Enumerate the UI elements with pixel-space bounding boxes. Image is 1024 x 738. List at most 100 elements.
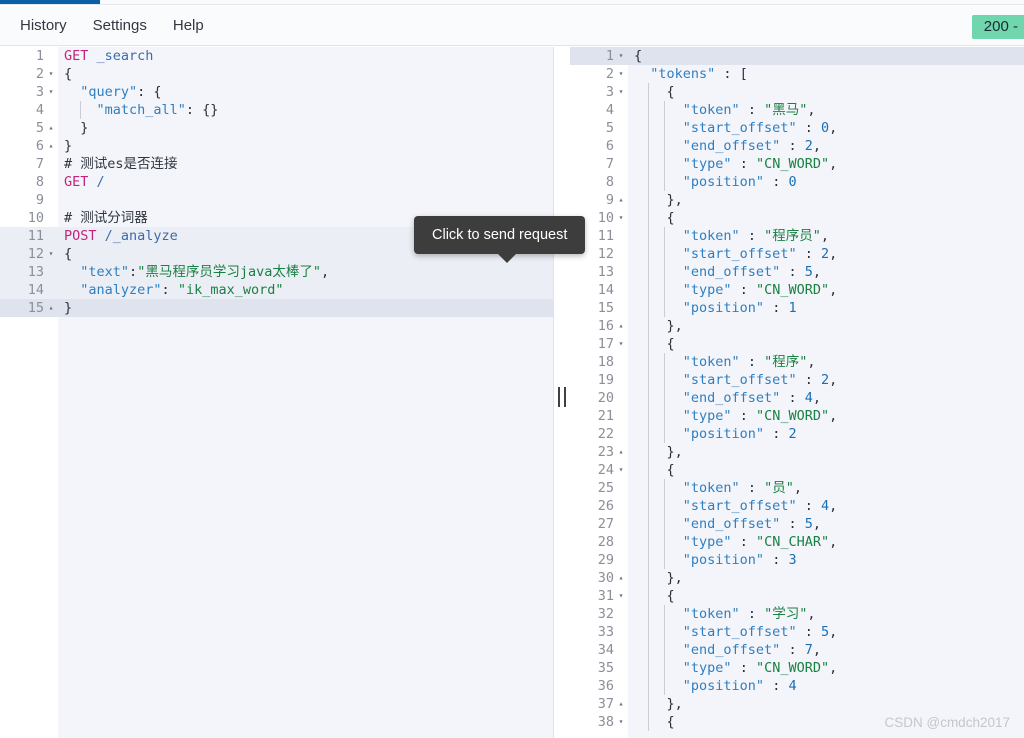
code-line[interactable]: 9 ▴ }, [570,191,1024,209]
fold-toggle-icon[interactable]: ▾ [614,335,628,353]
code-line[interactable]: 15 ▴} [0,299,554,317]
code-line[interactable]: 33 "start_offset" : 5, [570,623,1024,641]
code-line[interactable]: 5 ▴ } [0,119,554,137]
response-code-area[interactable]: 1 ▾{2 ▾ "tokens" : [3 ▾ {4 "token" : "黑马", 5… [570,47,1024,731]
fold-toggle-icon[interactable]: ▴ [44,119,58,137]
code-line[interactable]: 21 "type" : "CN_WORD", [570,407,1024,425]
indent-guide [664,605,665,695]
fold-toggle-icon[interactable]: ▴ [614,191,628,209]
code-text: }, [634,318,683,334]
fold-toggle-icon[interactable]: ▴ [614,569,628,587]
fold-toggle-icon[interactable]: ▾ [614,47,628,65]
code-line[interactable]: 1 ▾ { [570,47,1024,65]
request-code-area[interactable]: 1 GET _search 2 ▾{3 ▾ "query": {4 "match_all… [0,47,554,317]
line-number: 28 [597,534,614,550]
menu-bar: History Settings Help 200 - [0,6,1024,46]
fold-toggle-icon[interactable]: ▴ [614,317,628,335]
code-line[interactable]: 15 "position" : 1 [570,299,1024,317]
code-text: "token" : "程序员", [682,228,829,244]
code-line[interactable]: 28 "type" : "CN_CHAR", [570,533,1024,551]
code-line[interactable]: 26 "start_offset" : 4, [570,497,1024,515]
code-line[interactable]: 29 "position" : 3 [570,551,1024,569]
line-number: 17 [597,336,614,352]
code-line[interactable]: 2 ▾ { [0,65,554,83]
line-number: 6 [35,138,44,154]
code-text: "position" : 0 [682,174,797,190]
code-line[interactable]: 22 "position" : 2 [570,425,1024,443]
indent-guide [80,101,81,119]
fold-toggle-icon[interactable]: ▾ [44,65,58,83]
code-line[interactable]: 4 "match_all": {} [0,101,554,119]
code-line[interactable]: 2 ▾ "tokens" : [ [570,65,1024,83]
code-line[interactable]: 24 ▾ { [570,461,1024,479]
splitter-grip-icon [558,387,566,407]
fold-toggle-icon[interactable]: ▾ [44,83,58,101]
code-line[interactable]: 27 "end_offset" : 5, [570,515,1024,533]
request-editor-pane[interactable]: 1 GET _search 2 ▾{3 ▾ "query": {4 "match_all… [0,47,554,738]
menu-item-history[interactable]: History [10,13,77,38]
code-text: "start_offset" : 0, [682,120,838,136]
code-text: "type" : "CN_WORD", [682,660,838,676]
code-line[interactable]: 18 "token" : "程序", [570,353,1024,371]
code-line[interactable]: 6 ▴} [0,137,554,155]
code-line[interactable]: 5 "start_offset" : 0, [570,119,1024,137]
code-line[interactable]: 35 "type" : "CN_WORD", [570,659,1024,677]
fold-toggle-icon[interactable]: ▾ [614,65,628,83]
code-line[interactable]: 4 "token" : "黑马", [570,101,1024,119]
code-line[interactable]: 6 "end_offset" : 2, [570,137,1024,155]
code-text: } [64,138,73,154]
pane-splitter[interactable] [554,47,570,738]
line-number: 25 [597,480,614,496]
fold-toggle-icon[interactable]: ▾ [614,587,628,605]
code-line[interactable]: 14 "analyzer": "ik_max_word" [0,281,554,299]
code-line[interactable]: 14 "type" : "CN_WORD", [570,281,1024,299]
code-line[interactable]: 11 "token" : "程序员", [570,227,1024,245]
code-line[interactable]: 25 "token" : "员", [570,479,1024,497]
code-line[interactable]: 23 ▴ }, [570,443,1024,461]
fold-toggle-icon[interactable]: ▾ [614,461,628,479]
code-line[interactable]: 16 ▴ }, [570,317,1024,335]
fold-toggle-icon[interactable]: ▴ [614,443,628,461]
code-line[interactable]: 34 "end_offset" : 7, [570,641,1024,659]
code-line[interactable]: 8 GET / [0,173,554,191]
code-line[interactable]: 13 "text":"黑马程序员学习java太棒了", [0,263,554,281]
line-number: 1 [35,48,44,64]
line-number: 36 [597,678,614,694]
code-line[interactable]: 9 [0,191,554,209]
code-line[interactable]: 1 GET _search [0,47,554,65]
code-line[interactable]: 12 "start_offset" : 2, [570,245,1024,263]
code-line[interactable]: 10 ▾ { [570,209,1024,227]
code-line[interactable]: 19 "start_offset" : 2, [570,371,1024,389]
fold-toggle-icon[interactable]: ▾ [614,209,628,227]
line-number: 4 [35,102,44,118]
response-viewer-pane[interactable]: 1 ▾{2 ▾ "tokens" : [3 ▾ {4 "token" : "黑马", 5… [570,47,1024,738]
code-line[interactable]: 3 ▾ { [570,83,1024,101]
code-line[interactable]: 36 "position" : 4 [570,677,1024,695]
code-text: } [64,120,89,136]
fold-toggle-icon[interactable]: ▾ [614,713,628,731]
code-line[interactable]: 7 # 测试es是否连接 [0,155,554,173]
code-line[interactable]: 31 ▾ { [570,587,1024,605]
code-text: "start_offset" : 5, [682,624,838,640]
code-line[interactable]: 8 "position" : 0 [570,173,1024,191]
code-text: "start_offset" : 2, [682,246,838,262]
indent-guide [664,479,665,569]
code-line[interactable]: 20 "end_offset" : 4, [570,389,1024,407]
code-text: "end_offset" : 2, [682,138,821,154]
menu-item-help[interactable]: Help [163,13,214,38]
code-line[interactable]: 17 ▾ { [570,335,1024,353]
code-line[interactable]: 7 "type" : "CN_WORD", [570,155,1024,173]
code-line[interactable]: 30 ▴ }, [570,569,1024,587]
code-line[interactable]: 37 ▴ }, [570,695,1024,713]
code-text: "position" : 3 [682,552,797,568]
indent-guide [664,101,665,191]
fold-toggle-icon[interactable]: ▾ [614,83,628,101]
fold-toggle-icon[interactable]: ▴ [44,299,58,317]
code-line[interactable]: 32 "token" : "学习", [570,605,1024,623]
fold-toggle-icon[interactable]: ▴ [44,137,58,155]
code-line[interactable]: 3 ▾ "query": { [0,83,554,101]
fold-toggle-icon[interactable]: ▾ [44,245,58,263]
fold-toggle-icon[interactable]: ▴ [614,695,628,713]
code-line[interactable]: 13 "end_offset" : 5, [570,263,1024,281]
menu-item-settings[interactable]: Settings [83,13,157,38]
